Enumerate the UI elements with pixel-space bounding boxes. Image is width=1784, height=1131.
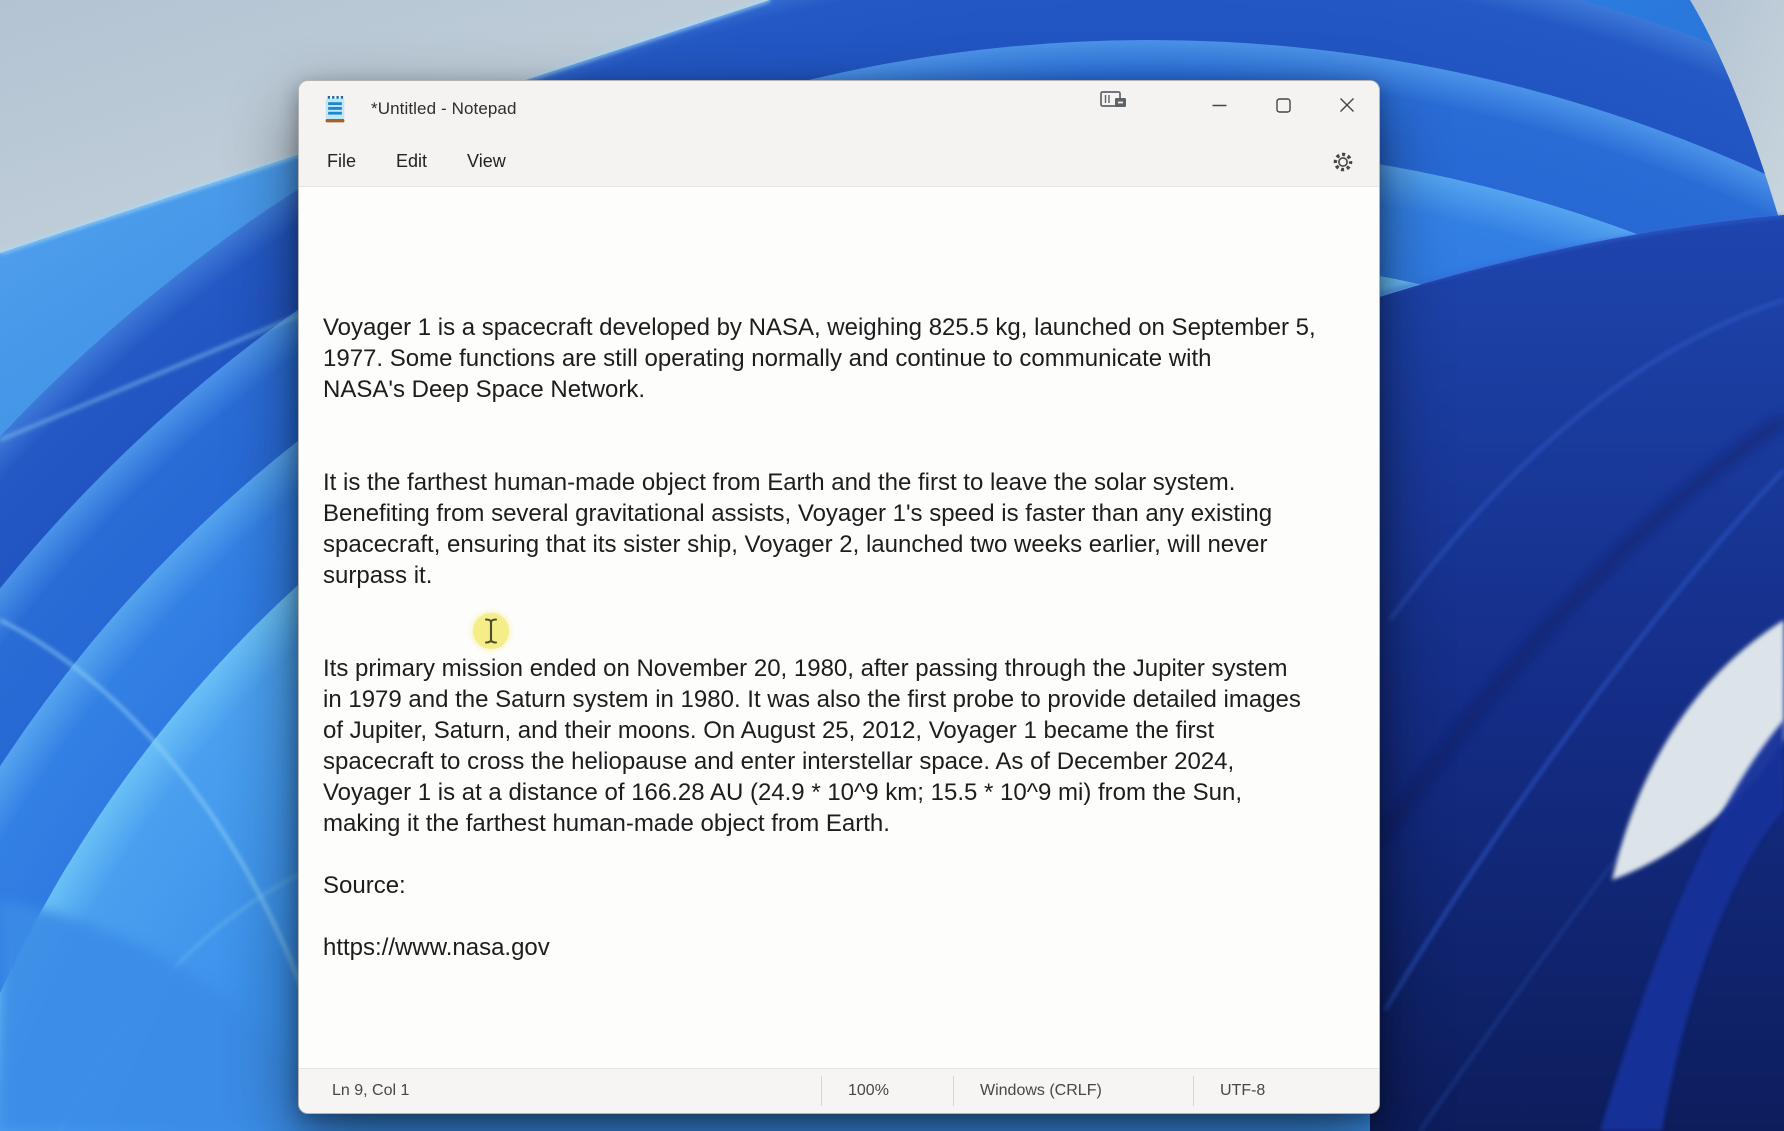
close-button[interactable]	[1315, 81, 1379, 129]
menu-view[interactable]: View	[455, 145, 518, 178]
status-bar: Ln 9, Col 1 100% Windows (CRLF) UTF-8	[299, 1068, 1379, 1113]
menu-edit[interactable]: Edit	[384, 145, 439, 178]
editor-line: in 1979 and the Saturn system in 1980. I…	[323, 684, 1375, 715]
notepad-icon	[324, 96, 346, 123]
editor-line: https://www.nasa.gov	[323, 932, 1375, 963]
editor-line: Voyager 1 is at a distance of 166.28 AU …	[323, 777, 1375, 808]
minimize-button[interactable]	[1187, 81, 1251, 129]
gear-icon	[1332, 151, 1354, 173]
editor-line: Voyager 1 is a spacecraft developed by N…	[323, 312, 1375, 343]
maximize-icon	[1276, 98, 1291, 113]
menu-file[interactable]: File	[315, 145, 368, 178]
editor-line: NASA's Deep Space Network.	[323, 374, 1375, 405]
editor-line: Its primary mission ended on November 20…	[323, 653, 1375, 684]
settings-button[interactable]	[1326, 145, 1360, 179]
editor-line: spacecraft to cross the heliopause and e…	[323, 746, 1375, 777]
window-title: *Untitled - Notepad	[371, 99, 517, 119]
minimize-icon	[1212, 98, 1227, 113]
window-controls	[1187, 81, 1379, 129]
editor-line	[323, 405, 1375, 436]
close-icon	[1339, 97, 1355, 113]
status-line-ending: Windows (CRLF)	[953, 1076, 1193, 1106]
editor-line: It is the farthest human-made object fro…	[323, 467, 1375, 498]
editor-line: surpass it.	[323, 560, 1375, 591]
text-ibeam-cursor	[473, 613, 509, 649]
editor-line	[323, 436, 1375, 467]
notepad-window: *Untitled - Notepad	[298, 80, 1380, 1114]
editor-line: 1977. Some functions are still operating…	[323, 343, 1375, 374]
maximize-button[interactable]	[1251, 81, 1315, 129]
menubar: File Edit View	[299, 137, 1379, 187]
status-cursor-position: Ln 9, Col 1	[299, 1069, 821, 1113]
editor-line: Benefiting from several gravitational as…	[323, 498, 1375, 529]
editor-line: of Jupiter, Saturn, and their moons. On …	[323, 715, 1375, 746]
input-indicator-icon	[1099, 89, 1129, 111]
status-zoom: 100%	[821, 1076, 953, 1106]
editor-text-area[interactable]: Voyager 1 is a spacecraft developed by N…	[299, 188, 1379, 1069]
status-encoding: UTF-8	[1193, 1076, 1379, 1106]
editor-line	[323, 839, 1375, 870]
editor-line: making it the farthest human-made object…	[323, 808, 1375, 839]
editor-line: spacecraft, ensuring that its sister shi…	[323, 529, 1375, 560]
titlebar[interactable]: *Untitled - Notepad	[299, 81, 1379, 137]
editor-line	[323, 901, 1375, 932]
editor-line: Source:	[323, 870, 1375, 901]
